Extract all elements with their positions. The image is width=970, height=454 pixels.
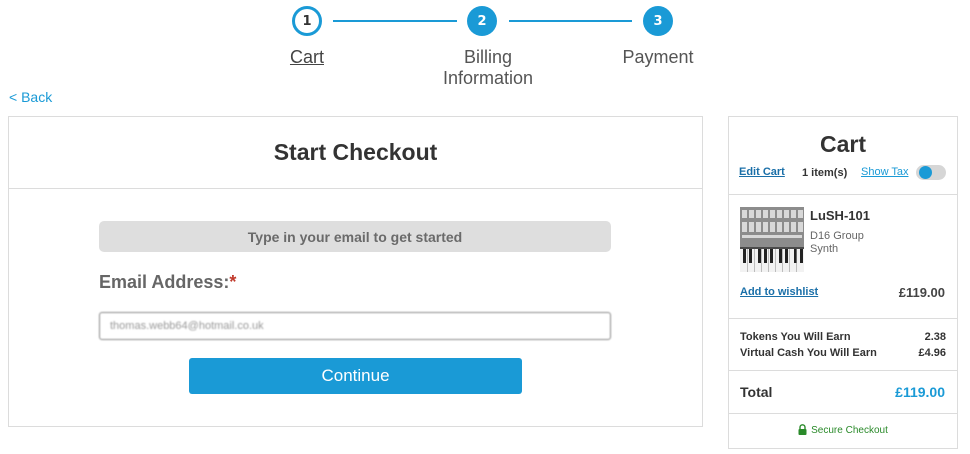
synth-image-icon xyxy=(740,207,804,272)
cash-value: £4.96 xyxy=(918,347,946,359)
toggle-knob xyxy=(919,166,932,179)
email-label: Email Address:* xyxy=(99,272,236,293)
step-payment-label: Payment xyxy=(622,47,694,67)
step-1-circle: 1 xyxy=(292,6,322,36)
product-price: £119.00 xyxy=(898,285,945,300)
back-link[interactable]: < Back xyxy=(9,89,52,105)
divider xyxy=(729,318,957,319)
lock-icon xyxy=(798,424,807,435)
product-name[interactable]: LuSH-101 xyxy=(810,208,870,223)
tokens-value: 2.38 xyxy=(924,331,946,343)
show-tax-toggle[interactable] xyxy=(916,165,946,180)
cart-summary-panel: Cart Edit Cart 1 item(s) Show Tax LuSH-1… xyxy=(728,116,958,449)
divider xyxy=(729,413,957,414)
required-marker: * xyxy=(229,272,237,292)
divider xyxy=(729,194,957,195)
add-to-wishlist-link[interactable]: Add to wishlist xyxy=(740,286,818,298)
email-hint-banner: Type in your email to get started xyxy=(99,221,611,252)
checkout-header: Start Checkout xyxy=(9,117,702,189)
tokens-earn-row: Tokens You Will Earn 2.38 xyxy=(740,331,946,343)
product-thumbnail[interactable] xyxy=(740,207,804,272)
checkout-stepper: 1 2 3 Cart Billing Information Payment xyxy=(0,0,970,95)
email-label-text: Email Address: xyxy=(99,272,230,292)
step-2-circle: 2 xyxy=(467,6,497,36)
show-tax-link[interactable]: Show Tax xyxy=(861,166,909,178)
step-billing-line1: Billing xyxy=(463,47,513,67)
total-label: Total xyxy=(740,384,773,400)
step-billing-label: Billing Information xyxy=(418,47,558,89)
item-count: 1 item(s) xyxy=(802,167,848,179)
step-3-circle: 3 xyxy=(643,6,673,36)
product-brand: D16 Group xyxy=(810,230,864,242)
step-billing-line2: Information xyxy=(442,68,534,88)
email-field[interactable] xyxy=(99,312,611,340)
edit-cart-link[interactable]: Edit Cart xyxy=(739,166,785,178)
secure-checkout-label: Secure Checkout xyxy=(811,425,888,436)
total-value: £119.00 xyxy=(895,384,945,400)
checkout-title: Start Checkout xyxy=(273,139,438,165)
tokens-label: Tokens You Will Earn xyxy=(740,331,851,343)
cash-earn-row: Virtual Cash You Will Earn £4.96 xyxy=(740,347,946,359)
continue-button[interactable]: Continue xyxy=(189,358,522,394)
cash-label: Virtual Cash You Will Earn xyxy=(740,347,877,359)
step-connector xyxy=(333,20,457,22)
cart-meta-row: Edit Cart 1 item(s) Show Tax xyxy=(739,165,947,181)
start-checkout-panel: Start Checkout Type in your email to get… xyxy=(8,116,703,427)
product-category: Synth xyxy=(810,243,839,255)
step-cart-link[interactable]: Cart xyxy=(257,47,357,68)
divider xyxy=(729,370,957,371)
secure-checkout-badge: Secure Checkout xyxy=(729,424,957,436)
cart-title: Cart xyxy=(819,131,866,157)
step-connector xyxy=(509,20,632,22)
